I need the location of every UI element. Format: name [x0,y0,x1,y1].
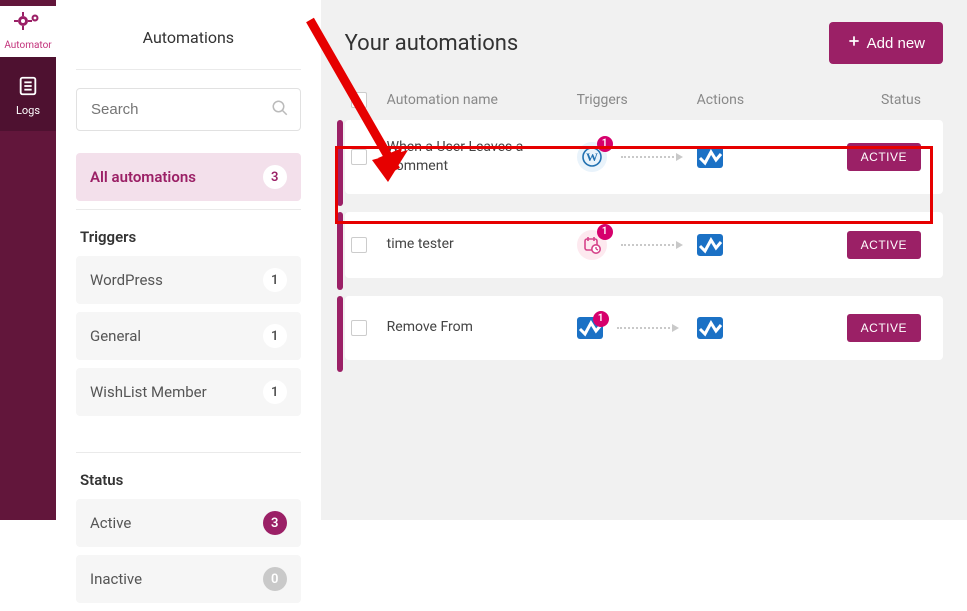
action-icon [697,317,723,339]
automation-name: Remove From [387,318,577,337]
search-wrap [76,88,301,131]
divider [76,69,301,70]
count-badge: 1 [263,324,287,348]
sidebar-status-section: Status Active 3 Inactive 0 [76,471,301,611]
wordpress-icon: W 1 [577,142,607,172]
sidebar-item-label: Active [90,514,131,532]
automation-name: time tester [387,235,577,254]
action-icon [697,234,723,256]
page-title: Your automations [345,31,519,56]
app-logo[interactable]: Automator [0,6,56,57]
flow-arrow-icon [617,327,677,329]
sidebar-trigger-general[interactable]: General 1 [76,312,301,360]
col-header-status: Status [847,92,927,108]
col-header-actions: Actions [697,92,847,108]
trigger-count-badge: 1 [597,136,613,152]
sidebar-item-label: General [90,327,141,345]
trigger-count-badge: 1 [593,311,609,327]
search-input[interactable] [76,88,301,131]
sidebar-title: Automations [76,0,301,69]
add-new-label: Add new [867,35,925,52]
main-header: Your automations Add new [345,22,943,64]
add-new-button[interactable]: Add new [829,22,943,64]
schedule-icon: 1 [577,230,607,260]
trigger-flow: 1 [577,317,697,339]
sidebar-triggers-section: Triggers WordPress 1 General 1 WishList … [76,228,301,424]
count-badge: 3 [263,511,287,535]
sidebar-item-label: WishList Member [90,383,207,401]
flow-arrow-icon [621,156,681,158]
nav-rail: Automator Logs [0,0,56,520]
divider [76,209,301,210]
sidebar-section-title: Status [76,471,301,499]
table-header: Automation name Triggers Actions Status [345,92,943,120]
sidebar-status-active[interactable]: Active 3 [76,499,301,547]
status-button[interactable]: ACTIVE [847,143,921,171]
flow-arrow-icon [621,244,681,246]
sidebar-item-label: All automations [90,168,196,186]
status-button[interactable]: ACTIVE [847,314,921,342]
main-area: Your automations Add new Automation name… [321,0,967,520]
row-accent [337,120,343,206]
sidebar-item-all-automations[interactable]: All automations 3 [76,153,301,201]
row-checkbox[interactable] [351,149,367,165]
trigger-flow: 1 [577,230,697,260]
sidebar-section-title: Triggers [76,228,301,256]
row-checkbox[interactable] [351,237,367,253]
automator-gears-icon [14,12,42,38]
row-checkbox[interactable] [351,320,367,336]
select-all-checkbox[interactable] [351,92,367,108]
sidebar-item-label: Inactive [90,570,142,588]
sidebar-item-label: WordPress [90,271,163,289]
trigger-flow: W 1 [577,142,697,172]
plus-icon [847,34,861,52]
divider [76,452,301,453]
sidebar: Automations All automations 3 Triggers W… [56,0,321,520]
search-icon [271,99,289,121]
svg-text:W: W [586,150,598,164]
sidebar-trigger-wishlist[interactable]: WishList Member 1 [76,368,301,416]
count-badge: 1 [263,268,287,292]
sidebar-trigger-wordpress[interactable]: WordPress 1 [76,256,301,304]
count-badge: 0 [263,567,287,591]
action-icon [697,146,723,168]
trigger-count-badge: 1 [597,224,613,240]
sidebar-status-inactive[interactable]: Inactive 0 [76,555,301,603]
rail-item-label: Logs [16,104,40,117]
row-accent [337,212,343,290]
app-logo-label: Automator [4,40,51,51]
count-badge: 1 [263,380,287,404]
row-accent [337,296,343,372]
col-header-triggers: Triggers [577,92,697,108]
action-trigger-icon: 1 [577,317,603,339]
status-button[interactable]: ACTIVE [847,231,921,259]
table-row[interactable]: time tester 1 ACTIVE [345,212,943,278]
col-header-name: Automation name [387,92,577,108]
count-badge: 3 [263,165,287,189]
logs-icon [17,75,39,100]
table-row[interactable]: Remove From 1 ACTIVE [345,296,943,360]
automation-name: When a User Leaves a Comment [387,138,577,176]
rail-item-logs[interactable]: Logs [0,57,56,131]
table-row[interactable]: When a User Leaves a Comment W 1 ACTIVE [345,120,943,194]
